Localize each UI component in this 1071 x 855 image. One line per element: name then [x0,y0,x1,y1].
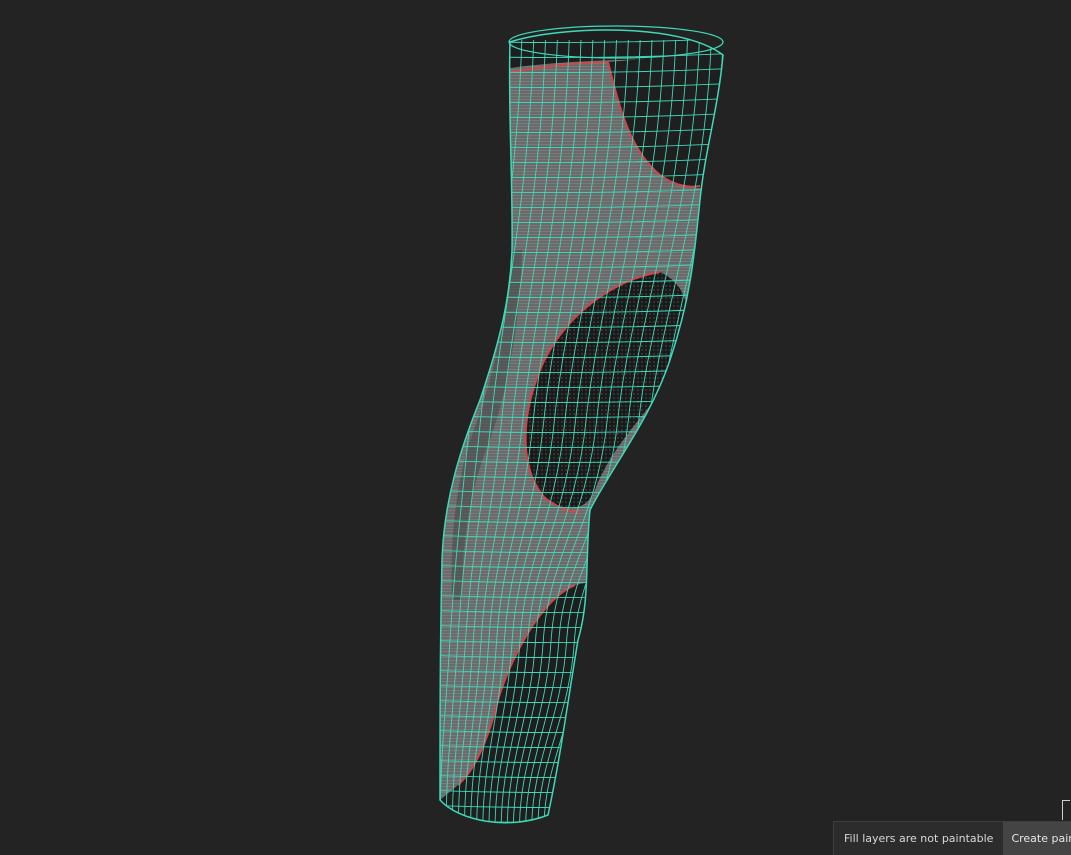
status-message: Fill layers are not paintable [844,831,994,845]
3d-viewport[interactable]: Fill layers are not paintable Create pai… [0,0,1071,855]
leg-mesh-render[interactable] [0,0,1071,855]
resize-corner-icon [1062,800,1070,820]
create-paint-layer-button[interactable]: Create paint lay [1003,822,1071,855]
wireframe-ring [440,817,723,823]
status-bar: Fill layers are not paintable Create pai… [833,821,1071,855]
